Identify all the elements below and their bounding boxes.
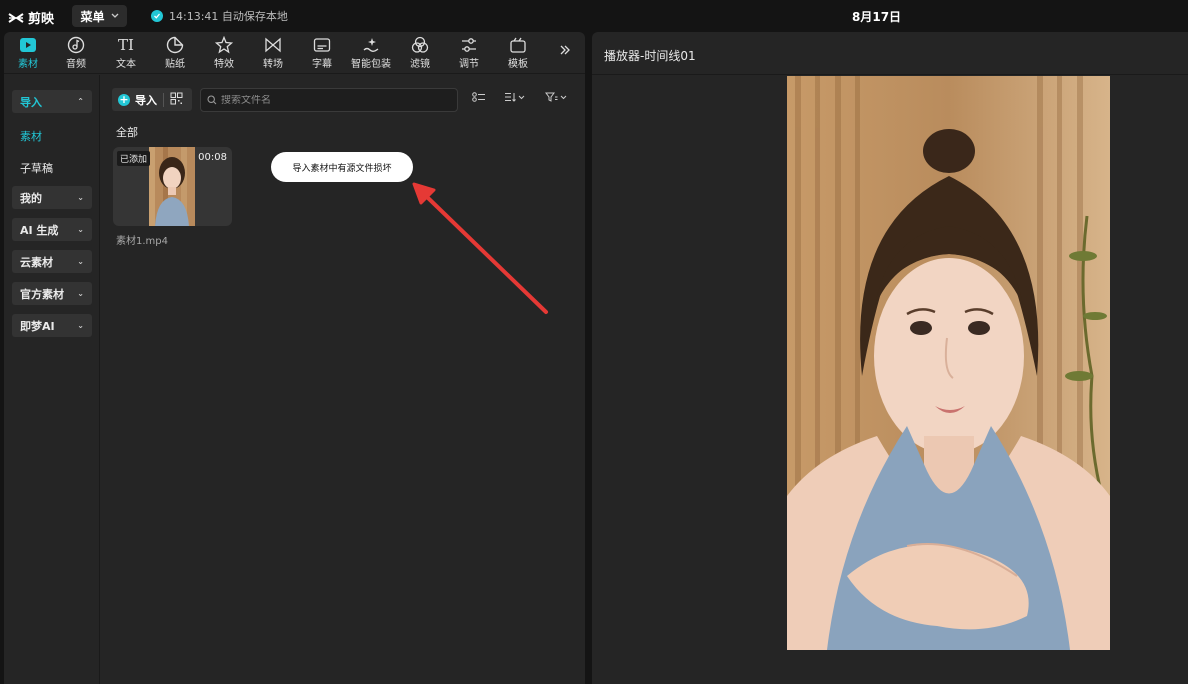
tool-media[interactable]: 素材	[5, 36, 51, 72]
tool-effects[interactable]: 特效	[201, 36, 247, 72]
autosave-status: 14:13:41 自动保存本地	[151, 8, 288, 24]
subtitle-icon	[312, 36, 332, 54]
sidebar-item-material[interactable]: 素材	[20, 128, 42, 144]
chevron-down-icon	[560, 95, 567, 99]
double-chevron-right-icon	[560, 45, 570, 55]
player-panel: 播放器-时间线01	[592, 32, 1188, 684]
media-panel: 素材 音频 TI 文本 贴纸 特效 转场 字幕 智能包装 滤镜 调节 模板 导入…	[4, 32, 585, 684]
feature-toolbar: 素材 音频 TI 文本 贴纸 特效 转场 字幕 智能包装 滤镜 调节 模板	[4, 32, 585, 74]
adjust-icon	[459, 36, 479, 54]
app-name: 剪映	[28, 12, 55, 27]
capcut-logo-icon	[8, 12, 24, 23]
smart-package-icon	[361, 36, 381, 54]
player-title: 播放器-时间线01	[604, 49, 696, 63]
filter-funnel-icon	[545, 92, 558, 102]
tool-template[interactable]: 模板	[495, 36, 541, 72]
media-clip-thumbnail[interactable]: 已添加 00:08	[113, 147, 232, 226]
sidebar-item-import[interactable]: 导入 ⌃	[12, 90, 92, 113]
clip-preview-image	[149, 147, 195, 226]
chevron-down-icon	[518, 95, 525, 99]
error-callout: 导入素材中有源文件损坏	[271, 152, 413, 182]
sidebar-item-mine[interactable]: 我的 ⌄	[12, 186, 92, 209]
chevron-down-icon: ⌄	[77, 257, 84, 266]
sidebar-item-official[interactable]: 官方素材 ⌄	[12, 282, 92, 305]
video-preview[interactable]	[787, 76, 1110, 650]
sticker-icon	[165, 36, 185, 54]
transition-icon	[263, 36, 283, 54]
text-icon: TI	[118, 36, 134, 54]
search-box	[200, 88, 458, 112]
clip-file-name: 素材1.mp4	[116, 236, 168, 247]
sort-button[interactable]	[504, 92, 525, 102]
tool-transition[interactable]: 转场	[250, 36, 296, 72]
search-input[interactable]	[221, 94, 441, 106]
sidebar-item-subdraft[interactable]: 子草稿	[20, 160, 53, 176]
all-media-label: 全部	[116, 126, 138, 139]
autosave-text: 14:13:41 自动保存本地	[169, 10, 288, 23]
media-sidebar: 导入 ⌃ 素材 子草稿 我的 ⌄ AI 生成 ⌄ 云素材 ⌄ 官方素材 ⌄ 即梦AI ⌄	[4, 75, 100, 684]
check-icon	[151, 10, 163, 22]
divider	[592, 74, 1188, 75]
sort-icon	[505, 93, 516, 102]
chevron-down-icon: ⌄	[77, 225, 84, 234]
chevron-down-icon: ⌄	[77, 321, 84, 330]
tool-sticker[interactable]: 贴纸	[152, 36, 198, 72]
title-bar: 剪映 菜单 14:13:41 自动保存本地 8月17日	[0, 0, 1188, 32]
menu-label: 菜单	[80, 9, 105, 24]
added-badge: 已添加	[117, 151, 151, 166]
chevron-down-icon: ⌄	[77, 289, 84, 298]
tool-audio[interactable]: 音频	[53, 36, 99, 72]
import-button[interactable]: + 导入	[112, 92, 164, 107]
tool-adjust[interactable]: 调节	[446, 36, 492, 72]
qr-code-icon[interactable]	[170, 92, 183, 108]
sidebar-item-ai-generate[interactable]: AI 生成 ⌄	[12, 218, 92, 241]
search-icon	[207, 95, 217, 105]
chevron-down-icon: ⌄	[77, 193, 84, 202]
template-icon	[508, 36, 528, 54]
view-mode-button[interactable]	[472, 92, 486, 102]
menu-button[interactable]: 菜单	[72, 5, 127, 27]
project-date: 8月17日	[852, 10, 902, 24]
tool-filter[interactable]: 滤镜	[397, 36, 443, 72]
audio-icon	[66, 36, 86, 54]
tool-subtitle[interactable]: 字幕	[299, 36, 345, 72]
tool-text[interactable]: TI 文本	[103, 36, 149, 72]
app-logo: 剪映	[8, 8, 54, 27]
clip-duration: 00:08	[198, 152, 227, 163]
sidebar-item-jimeng[interactable]: 即梦AI ⌄	[12, 314, 92, 337]
effects-icon	[214, 36, 234, 54]
plus-icon: +	[118, 92, 130, 106]
more-tools-button[interactable]	[559, 44, 571, 60]
tool-smart-package[interactable]: 智能包装	[348, 36, 394, 72]
chevron-up-icon: ⌃	[77, 97, 84, 106]
import-button-group: + 导入	[112, 88, 192, 111]
filter-button[interactable]	[545, 92, 567, 102]
sidebar-item-cloud[interactable]: 云素材 ⌄	[12, 250, 92, 273]
filter-icon	[410, 36, 430, 54]
chevron-down-icon	[111, 13, 118, 18]
media-icon	[18, 36, 38, 54]
view-mode-icon	[472, 92, 485, 102]
